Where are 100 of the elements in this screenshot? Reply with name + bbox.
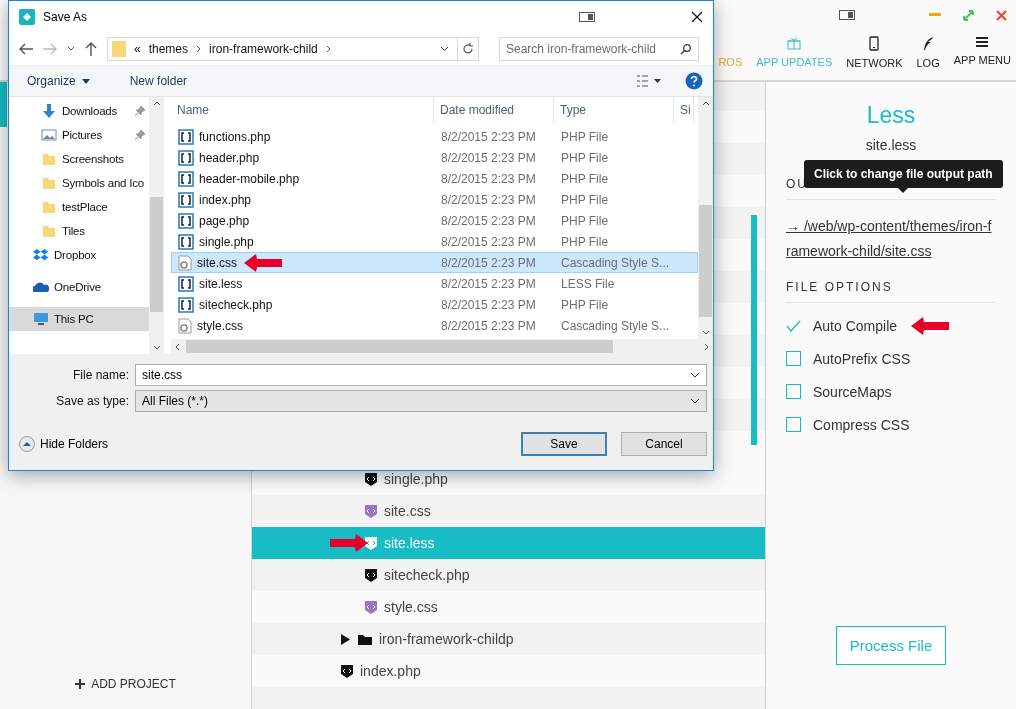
chevron-down-icon [690,398,700,404]
nav-item[interactable]: APP MENU [953,54,1011,66]
stylesheet-file-icon [178,254,192,271]
nav-pane-item[interactable]: Downloads [9,99,149,123]
checkbox[interactable] [786,351,801,366]
active-project-indicator [0,82,7,127]
output-path-link[interactable]: → /web/wp-content/themes/iron-framework-child/site.css [786,214,993,264]
tablet-mode-icon [579,11,595,22]
organize-button[interactable]: Organize [19,74,98,88]
nav-pane-item[interactable]: This PC [9,307,149,331]
breadcrumb-item[interactable]: iron-framework-child [209,41,318,56]
type-cell-text: PHP File [560,234,610,249]
column-header[interactable]: Name [171,97,434,123]
dialog-button[interactable]: Save [521,432,607,456]
file-row[interactable]: header-mobile.php 8/2/2015 2:23 PM PHP File [171,168,698,189]
file-row[interactable]: site.less 8/2/2015 2:23 PM LESS File [171,273,698,294]
feather-icon [922,36,935,51]
file-row[interactable]: header.php 8/2/2015 2:23 PM PHP File [171,147,698,168]
option-label: Auto Compile [813,317,898,334]
option-label: AutoPrefix CSS [813,350,911,367]
code-file-icon [178,128,194,145]
file-name: single.php [199,234,254,249]
date-cell-text: 8/2/2015 2:23 PM [440,213,537,228]
nav-item[interactable]: NETWORK [846,57,903,69]
file-row[interactable]: functions.php 8/2/2015 2:23 PM PHP File [171,126,698,147]
column-header[interactable]: Si [674,97,694,123]
checkbox[interactable] [786,318,801,333]
scroll-thumb[interactable] [751,215,757,445]
breadcrumb-item[interactable]: themes [148,41,189,56]
maximize-icon[interactable] [963,9,974,21]
column-header[interactable]: Date modified [434,97,554,123]
tree-row[interactable]: style.css [252,591,765,623]
date-cell-text: 8/2/2015 2:23 PM [440,192,537,207]
menu-icon [975,36,990,48]
close-icon[interactable] [691,10,703,23]
code-file-icon [178,233,194,250]
nav-pane-item[interactable]: Dropbox [9,243,149,267]
search-field[interactable]: Search iron-framework-child [499,36,699,61]
folder-icon [112,39,126,58]
type-cell-text: Cascading Style S... [560,318,671,333]
pictures-icon [41,127,57,143]
nav-pane-item[interactable]: Symbols and Ico [9,171,149,195]
up-icon[interactable] [85,41,97,56]
add-project-button[interactable]: ADD PROJECT [75,677,176,691]
style-file-icon [364,503,378,519]
field-label: File name: [71,368,129,382]
date-cell-text: 8/2/2015 2:23 PM [440,318,537,333]
new-folder-button[interactable]: New folder [121,74,196,88]
file-name: sitecheck.php [199,297,273,312]
type-cell-text: PHP File [560,297,610,312]
forward-icon[interactable] [43,42,57,55]
date-cell-text: 8/2/2015 2:23 PM [440,255,537,270]
scroll-thumb[interactable] [699,205,712,317]
file-row[interactable]: page.php 8/2/2015 2:23 PM PHP File [171,210,698,231]
file-name: style.css [384,599,438,615]
checkbox[interactable] [786,417,801,432]
address-bar[interactable]: « themes iron-framework-child [107,36,479,61]
field-label: Save as type: [55,394,129,408]
scroll-thumb[interactable] [150,197,163,312]
code-file-icon [178,296,194,313]
code-file-icon [364,567,378,583]
scroll-right-icon [704,342,709,351]
phone-icon [869,36,880,51]
chevron-down-icon [440,45,449,52]
type-cell-text: PHP File [560,192,610,207]
minimize-icon[interactable] [929,13,941,17]
scroll-thumb[interactable] [186,340,613,353]
dialog-button[interactable]: Cancel [621,432,707,456]
scroll-down-icon [701,330,710,335]
chevron-down-icon[interactable] [67,46,75,51]
dropbox-icon [33,247,49,263]
column-header[interactable]: Type [554,97,674,123]
file-row[interactable]: site.css 8/2/2015 2:23 PM Cascading Style S... [171,252,698,273]
type-cell-text: PHP File [560,171,610,186]
nav-item[interactable]: LOG [916,57,940,69]
date-cell-text: 8/2/2015 2:23 PM [440,129,537,144]
nav-pane-item[interactable]: Tiles [9,219,149,243]
nav-pane-item[interactable]: Screenshots [9,147,149,171]
nav-pane-item[interactable]: testPlace [9,195,149,219]
hide-folders-button[interactable]: Hide Folders [19,436,109,452]
help-icon[interactable] [685,72,703,90]
file-row[interactable]: style.css 8/2/2015 2:23 PM Cascading Style S... [171,315,698,336]
file-name-field[interactable]: site.css [135,364,707,386]
type-cell-text: PHP File [560,129,610,144]
nav-pane-item[interactable]: OneDrive [9,275,149,299]
pointer-arrow-icon [909,314,952,337]
refresh-icon [462,42,474,55]
tree-row[interactable]: index.php [252,655,765,687]
date-cell-text: 8/2/2015 2:23 PM [440,276,537,291]
file-name: style.css [197,318,243,333]
nav-pane-item[interactable]: Pictures [9,123,149,147]
back-icon[interactable] [19,42,33,55]
breadcrumb-overflow[interactable]: « [134,41,141,56]
save-type-select[interactable]: All Files (*.*) [135,390,707,412]
file-row[interactable]: single.php 8/2/2015 2:23 PM PHP File [171,231,698,252]
file-row[interactable]: index.php 8/2/2015 2:23 PM PHP File [171,189,698,210]
file-row[interactable]: sitecheck.php 8/2/2015 2:23 PM PHP File [171,294,698,315]
file-name: site.css [197,255,237,270]
checkbox[interactable] [786,384,801,399]
folder-icon [41,175,57,191]
